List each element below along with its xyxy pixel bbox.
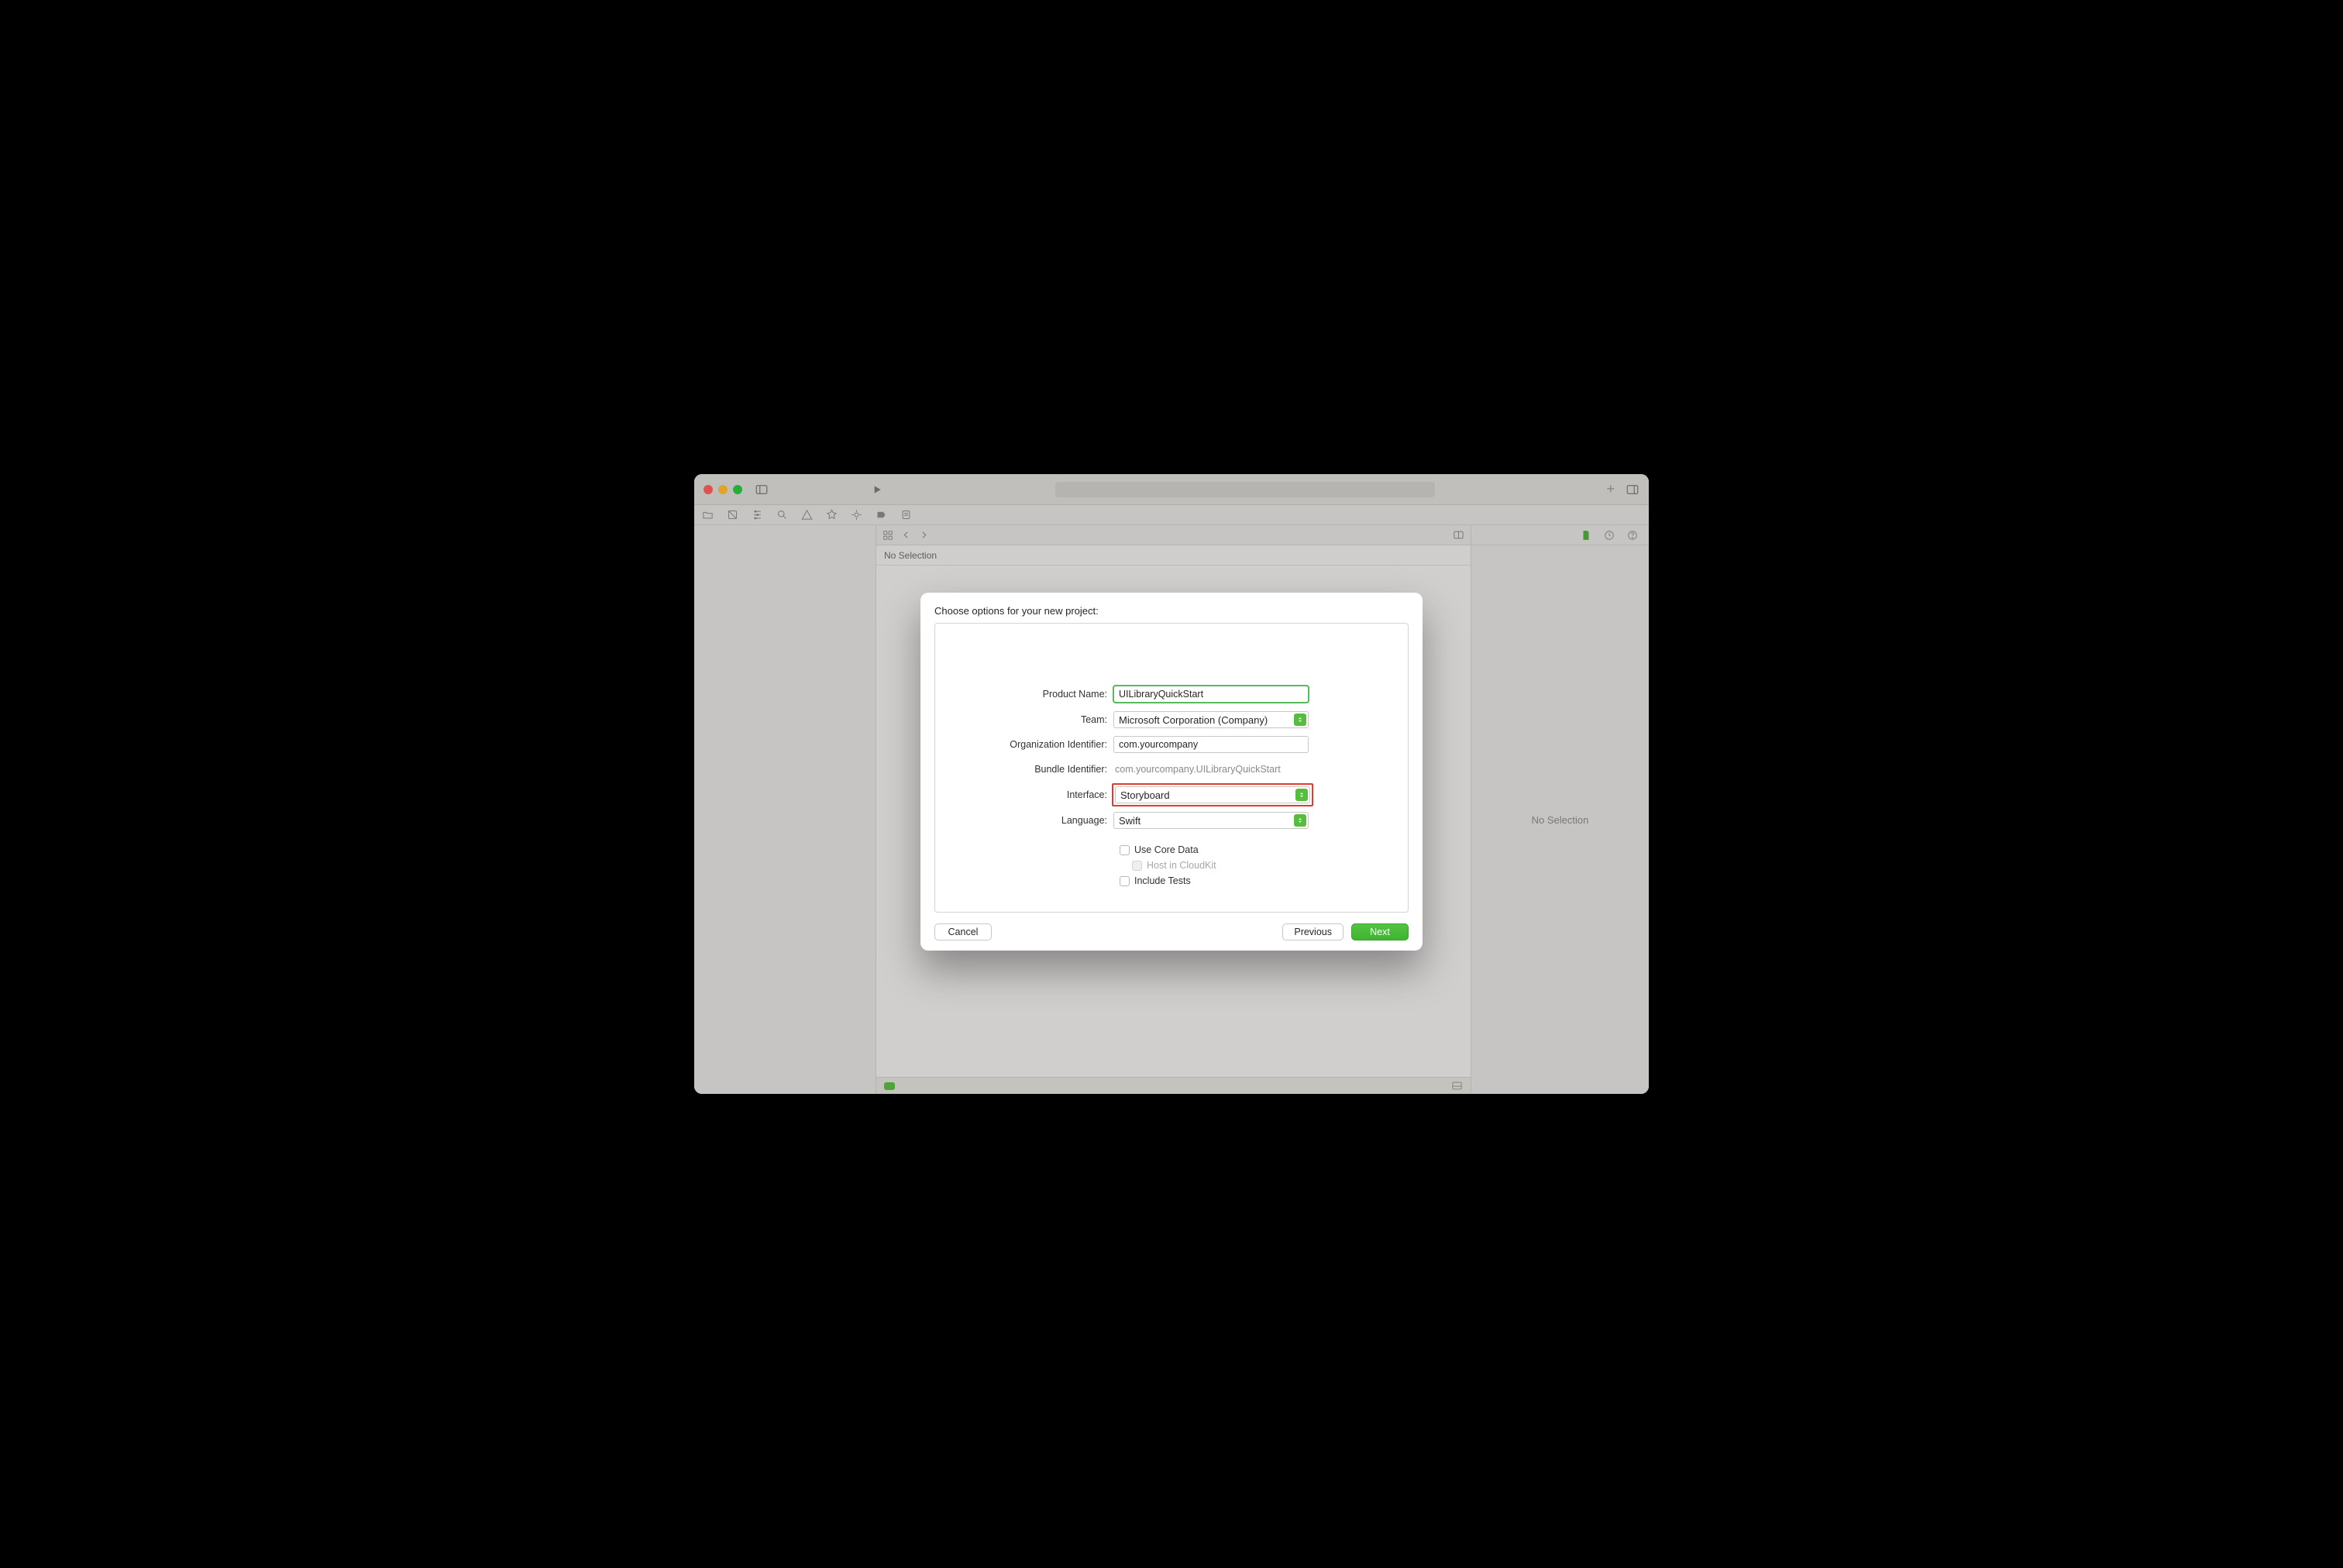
- org-label: Organization Identifier:: [958, 739, 1113, 750]
- chevron-updown-icon: [1294, 714, 1306, 726]
- team-select[interactable]: Microsoft Corporation (Company): [1113, 711, 1309, 728]
- chevron-updown-icon: [1295, 789, 1308, 801]
- interface-select[interactable]: Storyboard: [1115, 786, 1310, 803]
- include-tests-label: Include Tests: [1134, 875, 1191, 886]
- cloudkit-checkbox: [1132, 861, 1142, 871]
- product-label: Product Name:: [958, 689, 1113, 700]
- sheet-button-row: Cancel Previous Next: [934, 923, 1409, 940]
- xcode-window: + No Selection: [694, 474, 1649, 1094]
- language-label: Language:: [958, 815, 1113, 826]
- include-tests-row: Include Tests: [1120, 873, 1385, 889]
- product-name-input[interactable]: [1113, 686, 1309, 703]
- previous-button[interactable]: Previous: [1282, 923, 1344, 940]
- use-core-data-row: Use Core Data: [1120, 842, 1385, 858]
- interface-label: Interface:: [958, 789, 1113, 800]
- new-project-sheet: Choose options for your new project: Pro…: [920, 593, 1423, 951]
- use-core-data-checkbox[interactable]: [1120, 845, 1130, 855]
- chevron-updown-icon: [1294, 814, 1306, 827]
- cancel-button[interactable]: Cancel: [934, 923, 992, 940]
- bundle-identifier-value: com.yourcompany.UILibraryQuickStart: [1113, 764, 1281, 775]
- language-select[interactable]: Swift: [1113, 812, 1309, 829]
- next-button[interactable]: Next: [1351, 923, 1409, 940]
- use-core-data-label: Use Core Data: [1134, 844, 1199, 855]
- team-label: Team:: [958, 714, 1113, 725]
- sheet-title: Choose options for your new project:: [934, 605, 1409, 617]
- org-identifier-input[interactable]: [1113, 736, 1309, 753]
- bundle-label: Bundle Identifier:: [958, 764, 1113, 775]
- cloudkit-label: Host in CloudKit: [1147, 860, 1216, 871]
- cloudkit-row: Host in CloudKit: [1132, 858, 1385, 873]
- interface-highlight: Storyboard: [1112, 783, 1313, 806]
- form-area: Product Name: Team: Microsoft Corporatio…: [934, 623, 1409, 913]
- include-tests-checkbox[interactable]: [1120, 876, 1130, 886]
